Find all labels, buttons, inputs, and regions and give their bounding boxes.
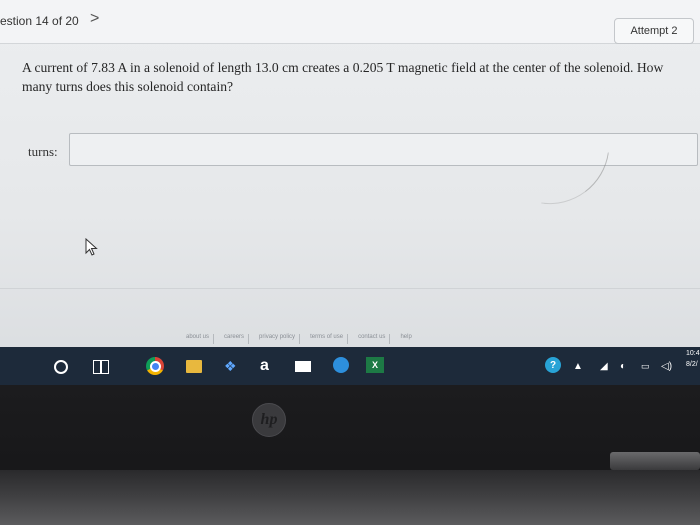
file-explorer-icon[interactable] <box>186 360 202 373</box>
help-icon[interactable]: ? <box>545 357 561 373</box>
network-icon[interactable]: ◐ <box>620 357 626 375</box>
footer-link-help[interactable]: help <box>396 334 415 344</box>
volume-icon[interactable]: ◁) <box>661 357 672 375</box>
laptop-hinge <box>0 470 700 525</box>
question-counter: estion 14 of 20 <box>0 14 79 28</box>
browser-screen: estion 14 of 20 > Attempt 2 A current of… <box>0 0 700 385</box>
chrome-icon[interactable] <box>146 357 164 375</box>
footer-link-privacy[interactable]: privacy policy <box>255 334 301 344</box>
excel-icon[interactable]: X <box>366 357 384 373</box>
footer-link-careers[interactable]: careers <box>220 334 250 344</box>
answer-label: turns: <box>28 144 58 159</box>
clock-time: 10:4 <box>686 350 700 357</box>
battery-icon[interactable]: ▭ <box>641 357 650 375</box>
taskbar-clock[interactable]: 10:4 8/2/ <box>686 348 700 370</box>
taskbar: ❖ a X ? ▲ ◢ ◐ ▭ ◁) <box>0 347 700 385</box>
tray-app-icon[interactable]: ◢ <box>600 357 608 375</box>
screen-glare <box>541 144 609 212</box>
hp-logo-icon: hp <box>252 403 286 437</box>
footer-link-contact[interactable]: contact us <box>354 334 391 344</box>
mouse-cursor-icon <box>85 238 98 256</box>
amazon-icon[interactable]: a <box>260 357 269 375</box>
footer-link-about[interactable]: about us <box>182 334 215 344</box>
next-question-button[interactable]: > <box>90 10 99 28</box>
content-divider <box>0 288 700 289</box>
question-header: estion 14 of 20 > Attempt 2 <box>0 0 700 44</box>
search-icon[interactable] <box>54 360 68 374</box>
clock-date: 8/2/ <box>686 361 698 368</box>
attempt-badge: Attempt 2 <box>614 18 694 44</box>
mail-icon[interactable] <box>295 361 311 372</box>
chevron-up-icon[interactable]: ▲ <box>573 357 583 375</box>
hinge-slot <box>610 452 700 470</box>
question-text: A current of 7.83 A in a solenoid of len… <box>22 60 664 94</box>
edge-icon[interactable] <box>333 357 349 373</box>
footer-link-terms[interactable]: terms of use <box>306 334 349 344</box>
footer-links: about us careers privacy policy terms of… <box>182 334 416 344</box>
task-view-icon[interactable] <box>92 357 109 375</box>
dropbox-icon[interactable]: ❖ <box>224 357 237 375</box>
